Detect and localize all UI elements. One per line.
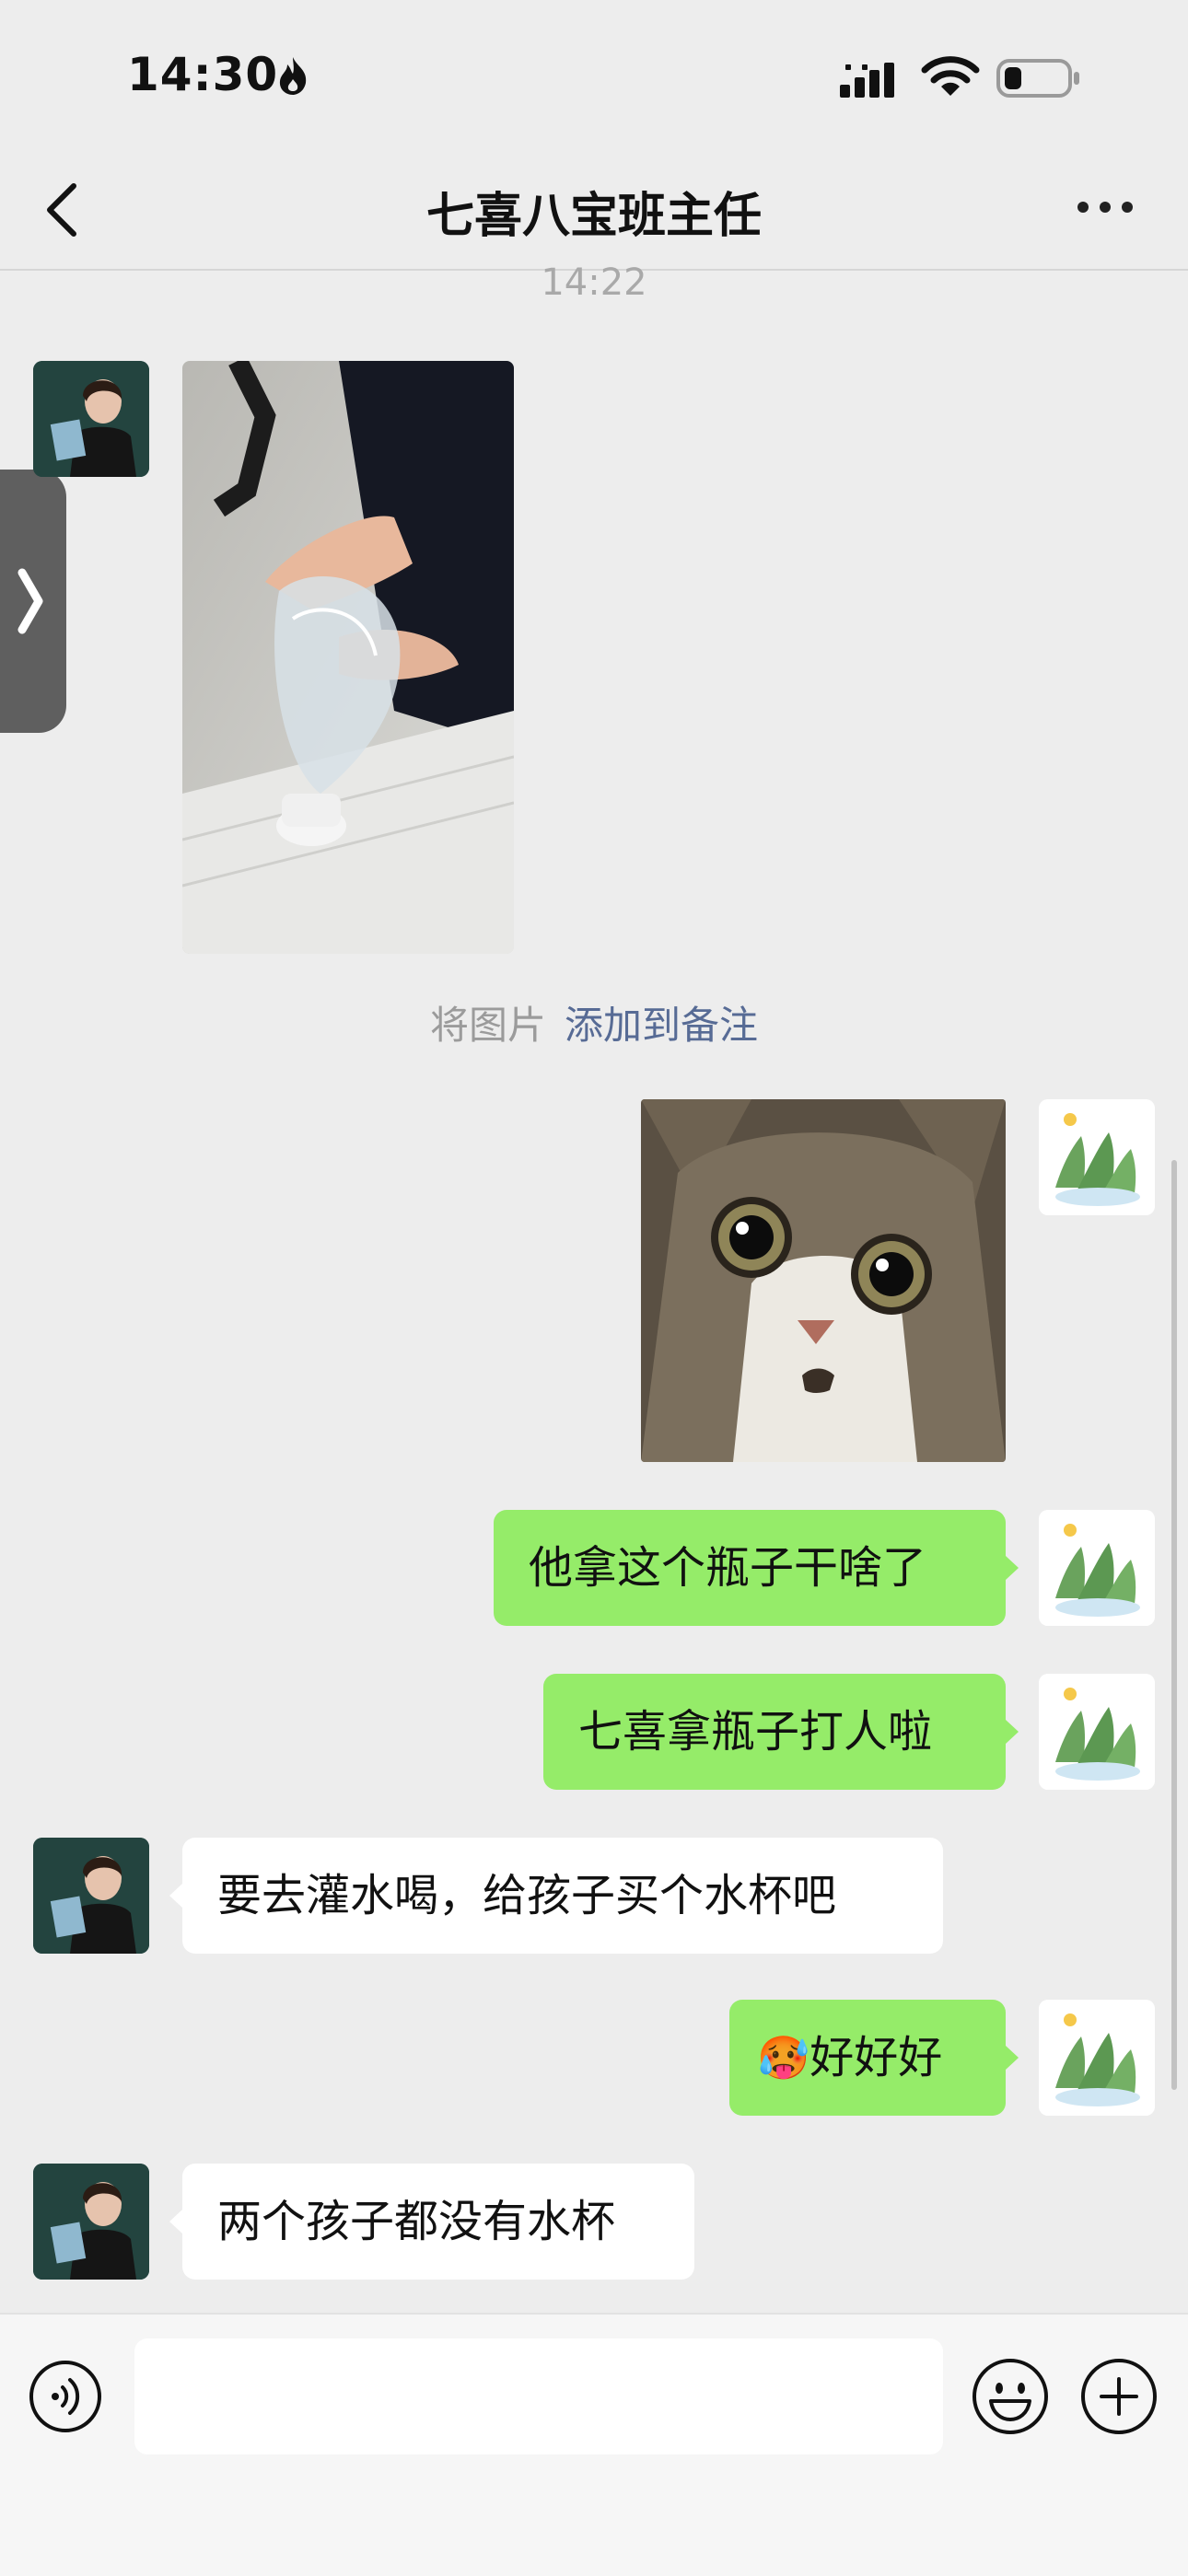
- self-avatar[interactable]: [1039, 1099, 1155, 1215]
- message-bubble-self[interactable]: 他拿这个瓶子干啥了: [494, 1510, 1019, 1626]
- chevron-right-icon: [17, 568, 43, 634]
- flame-icon: [279, 57, 307, 95]
- message-bubble-other[interactable]: 两个孩子都没有水杯: [169, 2164, 694, 2280]
- add-to-note-link[interactable]: 添加到备注: [565, 1003, 758, 1048]
- message-bubble-other[interactable]: 要去灌水喝，给孩子买个水杯吧: [169, 1838, 943, 1954]
- contact-avatar[interactable]: [33, 1838, 149, 1954]
- status-time: 14:30: [127, 48, 279, 101]
- more-button[interactable]: [1068, 189, 1142, 226]
- add-button[interactable]: [1079, 2357, 1159, 2436]
- wifi-icon: [921, 56, 980, 96]
- message-bubble-self[interactable]: 七喜拿瓶子打人啦: [543, 1674, 1019, 1790]
- chat-timestamp: 14:22: [541, 261, 647, 304]
- side-panel-handle[interactable]: [0, 470, 66, 733]
- emoji-button[interactable]: [971, 2357, 1050, 2436]
- message-text: 要去灌水喝，给孩子买个水杯吧: [217, 1870, 837, 1921]
- message-text: 他拿这个瓶子干啥了: [529, 1542, 927, 1594]
- chat-title: 七喜八宝班主任: [425, 189, 762, 244]
- self-avatar[interactable]: [1039, 2000, 1155, 2116]
- hot-face-emoji-icon: 🥵: [757, 2033, 810, 2083]
- emoji-icon: [973, 2359, 1048, 2434]
- plus-icon: [1081, 2359, 1157, 2434]
- signal-icon: [840, 63, 894, 98]
- contact-avatar[interactable]: [33, 361, 149, 477]
- more-dots-icon: [1077, 202, 1133, 213]
- contact-avatar[interactable]: [33, 2164, 149, 2280]
- note-hint-text: 将图片: [429, 1003, 546, 1048]
- message-input[interactable]: [134, 2338, 943, 2454]
- message-text: 好好好: [809, 2032, 943, 2083]
- self-avatar[interactable]: [1039, 1674, 1155, 1790]
- self-avatar[interactable]: [1039, 1510, 1155, 1626]
- battery-icon: [996, 59, 1079, 98]
- add-to-note-hint: 将图片 添加到备注: [0, 994, 1188, 1050]
- message-text: 七喜拿瓶子打人啦: [578, 1706, 933, 1758]
- bottle-photo[interactable]: [182, 361, 514, 954]
- cat-photo[interactable]: [641, 1099, 1006, 1462]
- voice-icon: [29, 2361, 101, 2432]
- voice-button[interactable]: [28, 2359, 103, 2434]
- message-text: 两个孩子都没有水杯: [217, 2196, 616, 2247]
- message-bubble-self[interactable]: 🥵好好好: [729, 2000, 1019, 2116]
- scrollbar[interactable]: [1171, 1160, 1177, 2090]
